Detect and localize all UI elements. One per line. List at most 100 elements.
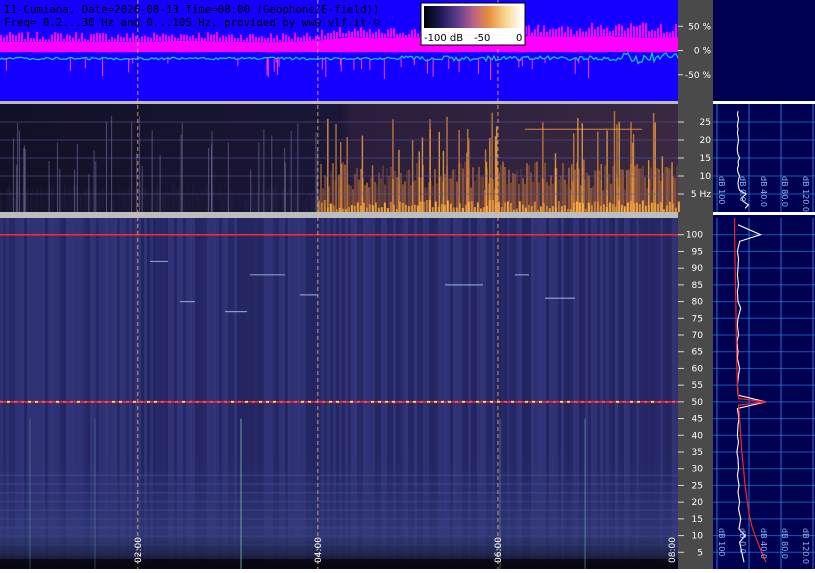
mains-line-speck — [182, 400, 185, 403]
amplitude-spike — [342, 32, 344, 37]
amplitude-spike — [24, 39, 26, 42]
low-energy-column — [300, 183, 302, 212]
low-base-energy — [434, 201, 437, 212]
low-base-energy — [614, 206, 617, 212]
low-base-energy — [560, 206, 563, 212]
low-base-energy — [515, 208, 518, 212]
amplitude-spike — [648, 31, 650, 38]
low-energy-column — [38, 195, 40, 212]
low-base-energy — [644, 205, 647, 212]
low-energy-column — [20, 197, 22, 212]
low-energy-column — [184, 197, 186, 212]
low-energy-column — [526, 163, 528, 212]
amplitude-spike — [414, 28, 416, 38]
low-base-energy — [341, 208, 344, 212]
low-energy-column — [232, 193, 234, 212]
low-energy-column — [174, 187, 176, 212]
low-base-energy — [449, 203, 452, 212]
low-energy-column — [32, 186, 34, 212]
low-energy-column — [192, 183, 194, 212]
mains-line-speck — [308, 400, 311, 403]
low-energy-column — [310, 193, 312, 212]
amplitude-spike — [198, 32, 200, 41]
low-base-energy — [587, 202, 590, 212]
low-energy-column — [72, 184, 74, 212]
amplitude-spike — [141, 36, 143, 43]
mains-line-speck — [574, 400, 577, 403]
time-tick-label: 08:00 — [668, 537, 678, 563]
amplitude-spike — [252, 34, 254, 43]
low-tick-label: 10 — [700, 172, 712, 182]
amplitude-spike — [537, 24, 539, 37]
low-energy-column — [382, 165, 384, 212]
mains-line-speck — [385, 400, 388, 403]
low-energy-column — [66, 199, 68, 212]
amplitude-spike — [330, 33, 332, 40]
mains-line-speck — [189, 400, 192, 403]
low-base-energy — [476, 202, 479, 212]
low-energy-column — [112, 201, 114, 212]
low-base-energy — [608, 202, 611, 212]
amplitude-spike — [549, 29, 551, 37]
low-base-energy — [503, 202, 506, 212]
low-base-energy — [530, 205, 533, 212]
low-base-energy — [371, 205, 374, 212]
high-tick-label: 40 — [692, 431, 704, 441]
low-energy-column — [456, 181, 458, 212]
amplitude-spike — [306, 33, 308, 42]
low-base-energy — [647, 204, 650, 212]
low-base-energy — [584, 208, 587, 212]
low-base-energy — [617, 200, 620, 212]
low-base-energy — [320, 202, 323, 212]
mains-line-speck — [469, 400, 472, 403]
amplitude-spike — [561, 26, 563, 37]
amplitude-spike — [63, 38, 65, 42]
amplitude-spike — [627, 28, 629, 38]
mains-line-speck — [266, 400, 269, 403]
low-base-energy — [350, 204, 353, 212]
mains-line-speck — [0, 400, 3, 403]
mains-line-speck — [651, 400, 654, 403]
amplitude-spike — [408, 34, 410, 38]
amplitude-spike — [240, 34, 242, 42]
amplitude-spike — [207, 32, 209, 42]
amplitude-spike — [99, 33, 101, 42]
amplitude-spike — [243, 39, 245, 42]
low-base-energy — [653, 203, 656, 212]
amplitude-spike — [165, 34, 167, 42]
amplitude-spike — [192, 35, 194, 41]
low-energy-column — [172, 183, 174, 212]
low-energy-column — [240, 200, 242, 212]
amplitude-spike — [612, 30, 614, 36]
low-energy-column — [502, 161, 504, 212]
amplitude-spike — [258, 37, 260, 43]
low-base-energy — [620, 204, 623, 212]
low-base-energy — [347, 207, 350, 212]
low-base-energy — [419, 201, 422, 212]
amplitude-spike — [45, 39, 47, 42]
amplitude-spike — [180, 34, 182, 41]
amplitude-spike — [6, 35, 8, 42]
low-base-energy — [599, 205, 602, 212]
amplitude-spike — [126, 33, 128, 42]
mains-line-speck — [98, 400, 101, 403]
low-base-energy — [548, 208, 551, 212]
low-energy-column — [188, 198, 190, 212]
low-energy-column — [256, 191, 258, 212]
mains-line-speck — [147, 400, 150, 403]
amplitude-spike — [345, 33, 347, 37]
mains-line-speck — [203, 400, 206, 403]
low-energy-column — [36, 188, 38, 212]
amplitude-spike — [399, 33, 401, 38]
mains-line-speck — [350, 400, 353, 403]
amplitude-spike — [219, 37, 221, 42]
amplitude-spike — [162, 33, 164, 42]
amplitude-spike — [69, 35, 71, 42]
low-energy-column — [134, 188, 136, 212]
amplitude-spike — [60, 33, 62, 42]
amplitude-spike — [279, 39, 281, 43]
amplitude-spike — [297, 36, 299, 42]
low-energy-column — [222, 198, 224, 212]
low-base-energy — [650, 202, 653, 212]
low-energy-column — [548, 185, 550, 212]
